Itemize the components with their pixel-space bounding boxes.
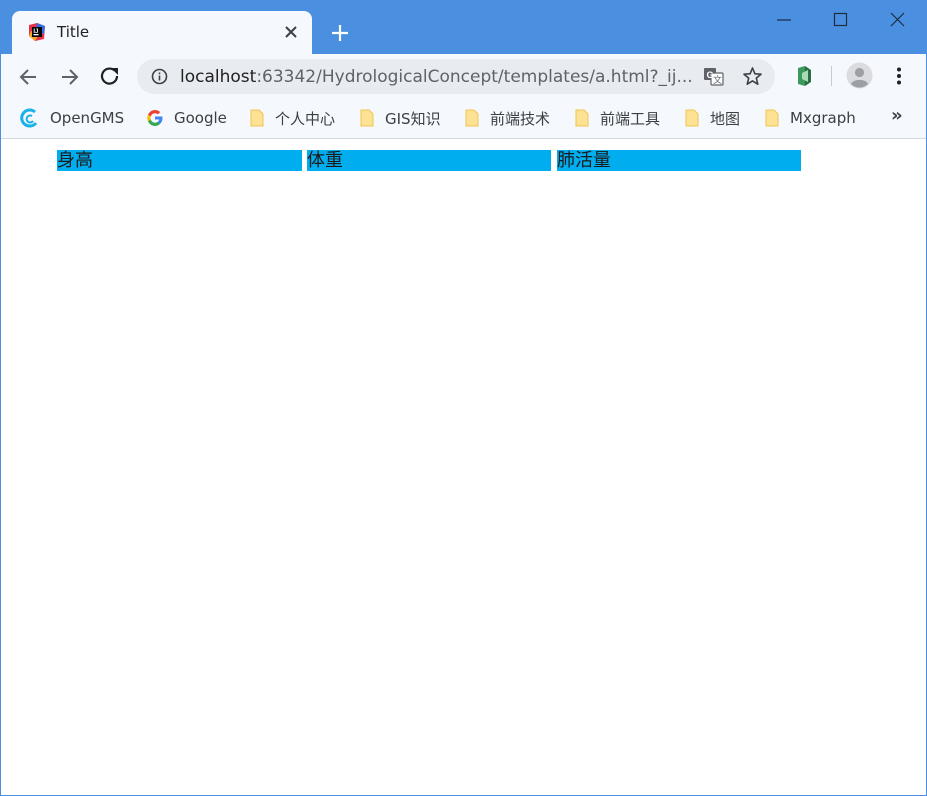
header-cell-height: 身高 (57, 150, 302, 171)
opengms-logo-icon (20, 108, 38, 128)
bookmark-label: 个人中心 (275, 109, 336, 128)
bookmark-label: OpenGMS (50, 109, 125, 127)
forward-button[interactable] (56, 64, 82, 90)
folder-icon (465, 109, 479, 127)
address-bar[interactable]: localhost:63342/HydrologicalConcept/temp… (137, 59, 775, 94)
minimize-button[interactable] (761, 5, 807, 35)
tab-close-button[interactable] (282, 23, 300, 41)
google-logo-icon (147, 110, 163, 126)
bookmark-folder-mxgraph[interactable]: Mxgraph (764, 107, 856, 129)
arrow-left-icon (19, 69, 36, 85)
folder-icon (575, 109, 589, 127)
bookmark-label: 地图 (710, 109, 741, 128)
header-cell-lung-capacity: 肺活量 (557, 150, 801, 171)
minimize-icon (777, 19, 791, 21)
folder-icon (250, 109, 264, 127)
profile-avatar-icon[interactable] (846, 62, 873, 89)
tab-title: Title (57, 23, 90, 41)
bookmark-label: GIS知识 (385, 109, 441, 128)
bookmark-folder-gis[interactable]: GIS知识 (359, 107, 441, 129)
url-path: :63342/HydrologicalConcept/templates/a.h… (256, 67, 693, 87)
bookmark-opengms[interactable]: OpenGMS (20, 107, 124, 129)
url-host: localhost (180, 67, 257, 87)
more-vert-icon[interactable] (890, 66, 908, 86)
page-content: 身高 体重 肺活量 (1, 140, 926, 795)
new-tab-button[interactable] (326, 19, 354, 47)
bookmark-label: Google (174, 109, 227, 127)
bookmark-label: Mxgraph (790, 109, 856, 127)
star-icon[interactable] (742, 66, 763, 87)
plus-icon (332, 25, 348, 41)
bookmark-folder-map[interactable]: 地图 (684, 107, 740, 129)
toolbar: localhost:63342/HydrologicalConcept/temp… (1, 54, 926, 99)
reload-button[interactable] (97, 64, 123, 90)
folder-icon (360, 109, 374, 127)
intellij-logo-icon: IJ (29, 23, 45, 41)
bookmark-google[interactable]: Google (146, 107, 227, 129)
info-icon[interactable] (151, 68, 168, 85)
toolbar-separator (831, 66, 832, 86)
url-text: localhost:63342/HydrologicalConcept/temp… (180, 67, 693, 87)
title-bar: IJ Title (1, 0, 926, 54)
folder-icon (765, 109, 779, 127)
svg-text:IJ: IJ (33, 29, 38, 35)
header-cell-weight: 体重 (307, 150, 551, 171)
reload-icon (100, 67, 119, 85)
close-icon (890, 12, 905, 27)
translate-icon[interactable]: G 文 (703, 66, 724, 87)
svg-text:文: 文 (713, 74, 722, 86)
bookmark-folder-frontend-tools[interactable]: 前端工具 (574, 107, 660, 129)
bookmark-folder-personal[interactable]: 个人中心 (249, 107, 335, 129)
bookmarks-overflow-button[interactable]: » (891, 105, 903, 126)
tab-active[interactable]: IJ Title (12, 11, 312, 54)
browser-window: IJ Title localhost:63342/HydrologicalCon… (0, 0, 927, 796)
back-button[interactable] (16, 64, 42, 90)
bookmark-label: 前端工具 (600, 109, 661, 128)
window-close-button[interactable] (874, 5, 920, 35)
arrow-right-icon (62, 69, 79, 85)
maximize-icon (833, 12, 848, 27)
maximize-button[interactable] (817, 5, 863, 35)
folder-icon (685, 109, 699, 127)
extension-icon[interactable] (795, 65, 813, 87)
bookmark-folder-frontend-tech[interactable]: 前端技术 (464, 107, 550, 129)
bookmarks-bar: OpenGMS Google 个人中心 GIS知识 前端技术 前端工具 地图 M… (1, 99, 926, 139)
close-icon (285, 26, 297, 38)
bookmark-label: 前端技术 (490, 109, 551, 128)
